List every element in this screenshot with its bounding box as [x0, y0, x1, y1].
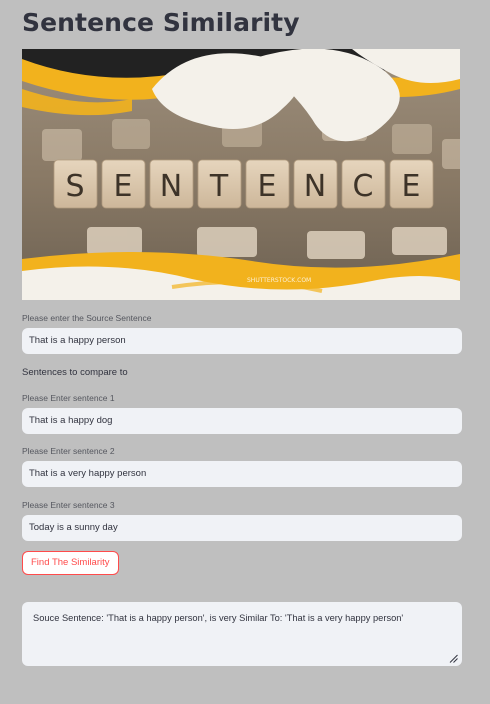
sentence-1-input[interactable] — [22, 408, 462, 434]
tile-letter: E — [402, 169, 421, 204]
tile-letter: N — [304, 169, 326, 204]
tile-letter: C — [353, 169, 374, 204]
result-textarea[interactable]: Souce Sentence: 'That is a happy person'… — [22, 602, 462, 666]
result-text: Souce Sentence: 'That is a happy person'… — [33, 613, 404, 623]
compare-heading: Sentences to compare to — [22, 367, 128, 378]
tile-letter: T — [209, 169, 229, 204]
source-sentence-input[interactable] — [22, 328, 462, 354]
sentence-tiles-image: S E N T E N C E SHUTTERSTOCK.COM — [22, 49, 460, 300]
find-similarity-button[interactable]: Find The Similarity — [22, 551, 119, 575]
tile-letter: S — [65, 169, 84, 204]
hero-image: S E N T E N C E SHUTTERSTOCK.COM — [22, 49, 460, 300]
tile-letter: N — [160, 169, 182, 204]
tile-letter: E — [258, 169, 277, 204]
tile-letter: E — [114, 169, 133, 204]
source-label: Please enter the Source Sentence — [22, 313, 152, 323]
sentence-3-input[interactable] — [22, 515, 462, 541]
watermark-text: SHUTTERSTOCK.COM — [247, 277, 311, 284]
sentence-3-label: Please Enter sentence 3 — [22, 500, 115, 510]
sentence-2-label: Please Enter sentence 2 — [22, 446, 115, 456]
resize-handle-icon[interactable] — [449, 654, 458, 663]
page-title: Sentence Similarity — [22, 8, 300, 37]
sentence-1-label: Please Enter sentence 1 — [22, 393, 115, 403]
sentence-2-input[interactable] — [22, 461, 462, 487]
